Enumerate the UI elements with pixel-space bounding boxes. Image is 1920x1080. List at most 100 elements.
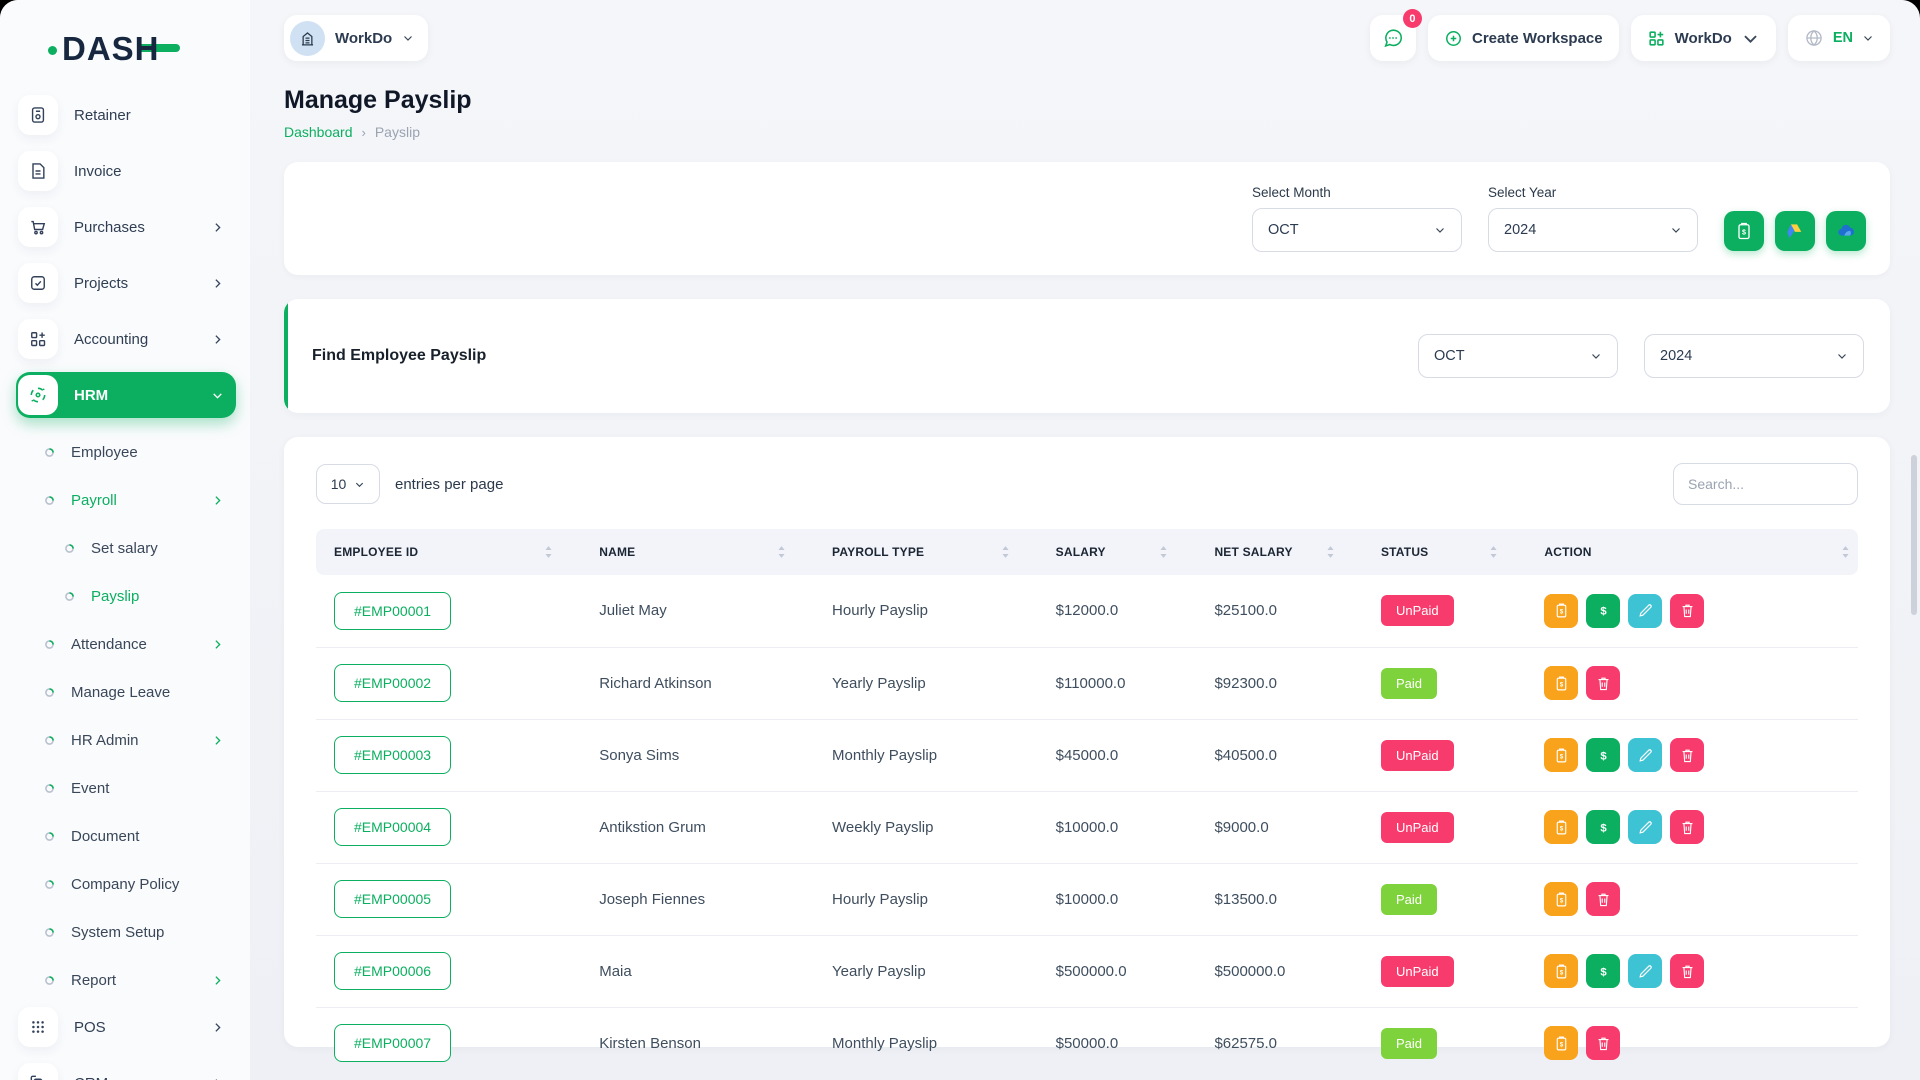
year-select[interactable]: 2024 (1488, 208, 1698, 252)
edit-button[interactable] (1628, 954, 1662, 988)
sort-icon[interactable] (1841, 545, 1850, 559)
sidebar-item-pos[interactable]: POS (16, 1004, 236, 1050)
topbar-actions: 0 Create Workspace WorkDo EN (1370, 15, 1890, 61)
sort-icon[interactable] (777, 545, 786, 559)
sidebar-item-projects[interactable]: Projects (16, 260, 236, 306)
payslip-button[interactable]: $ (1544, 666, 1578, 700)
sidebar-item-attendance[interactable]: Attendance (16, 620, 236, 668)
sort-icon[interactable] (1489, 545, 1498, 559)
sidebar-item-label: Purchases (74, 219, 145, 236)
edit-button[interactable] (1628, 594, 1662, 628)
sidebar-item-payslip[interactable]: Payslip (16, 572, 236, 620)
sidebar-item-crm[interactable]: CRM (16, 1060, 236, 1080)
find-year-select[interactable]: 2024 (1644, 334, 1864, 378)
sidebar-item-event[interactable]: Event (16, 764, 236, 812)
employee-id-cell: #EMP00001 (316, 575, 581, 647)
column-header-payroll-type[interactable]: PAYROLL TYPE (814, 529, 1038, 575)
sidebar-item-hrm[interactable]: HRM (16, 372, 236, 418)
language-selector[interactable]: EN (1788, 15, 1890, 61)
sidebar-item-invoice[interactable]: Invoice (16, 148, 236, 194)
column-header-employee-id[interactable]: EMPLOYEE ID (316, 529, 581, 575)
sidebar-item-report[interactable]: Report (16, 956, 236, 1004)
payslip-button[interactable]: $ (1544, 954, 1578, 988)
sidebar-item-label: CRM (74, 1075, 108, 1080)
column-header-net-salary[interactable]: NET SALARY (1196, 529, 1363, 575)
payslip-button[interactable]: $ (1544, 738, 1578, 772)
employee-id-badge[interactable]: #EMP00001 (334, 592, 451, 630)
delete-button[interactable] (1670, 810, 1704, 844)
sidebar-item-payroll[interactable]: Payroll (16, 476, 236, 524)
workspace-menu-button[interactable]: WorkDo (1631, 15, 1776, 61)
sidebar-item-manage-leave[interactable]: Manage Leave (16, 668, 236, 716)
edit-button[interactable] (1628, 738, 1662, 772)
create-workspace-button[interactable]: Create Workspace (1428, 15, 1619, 61)
workspace-name: WorkDo (335, 30, 392, 47)
sidebar-item-employee[interactable]: Employee (16, 428, 236, 476)
scrollbar[interactable] (1911, 455, 1917, 615)
sort-icon[interactable] (1159, 545, 1168, 559)
sidebar-nav: Retainer Invoice Purchases Projects Accounti… (0, 84, 250, 1080)
delete-button[interactable] (1586, 666, 1620, 700)
employee-id-badge[interactable]: #EMP00002 (334, 664, 451, 702)
delete-button[interactable] (1586, 1026, 1620, 1060)
bullet-icon (44, 495, 55, 506)
messenger-button[interactable]: 0 (1370, 15, 1416, 61)
workspace-switcher[interactable]: WorkDo (284, 15, 428, 61)
delete-button[interactable] (1670, 594, 1704, 628)
sort-icon[interactable] (1001, 545, 1010, 559)
column-label: SALARY (1056, 545, 1106, 559)
sort-icon[interactable] (1326, 545, 1335, 559)
select-month-label: Select Month (1252, 185, 1462, 200)
employee-id-badge[interactable]: #EMP00003 (334, 736, 451, 774)
name-cell: Joseph Fiennes (581, 863, 814, 935)
sidebar-item-document[interactable]: Document (16, 812, 236, 860)
column-header-action[interactable]: ACTION (1526, 529, 1858, 575)
employee-id-badge[interactable]: #EMP00007 (334, 1024, 451, 1062)
chevron-right-icon (211, 277, 224, 290)
employee-id-badge[interactable]: #EMP00006 (334, 952, 451, 990)
sidebar-item-purchases[interactable]: Purchases (16, 204, 236, 250)
find-month-select[interactable]: OCT (1418, 334, 1618, 378)
topbar: WorkDo 0 Create Workspace WorkDo (284, 12, 1890, 64)
sidebar-item-retainer[interactable]: Retainer (16, 92, 236, 138)
bulk-payslip-button[interactable]: $ (1724, 211, 1764, 251)
delete-button[interactable] (1670, 738, 1704, 772)
table-body: #EMP00001Juliet MayHourly Payslip$12000.… (316, 575, 1858, 1079)
payslip-button[interactable]: $ (1544, 882, 1578, 916)
edit-button[interactable] (1628, 810, 1662, 844)
status-cell: Paid (1363, 647, 1526, 719)
onedrive-export-button[interactable] (1826, 211, 1866, 251)
svg-text:$: $ (1600, 822, 1607, 834)
svg-text:$: $ (1560, 826, 1564, 832)
pay-button[interactable]: $ (1586, 810, 1620, 844)
pay-button[interactable]: $ (1586, 594, 1620, 628)
column-header-name[interactable]: NAME (581, 529, 814, 575)
bullet-icon (44, 639, 55, 650)
search-input[interactable] (1673, 463, 1858, 505)
column-header-status[interactable]: STATUS (1363, 529, 1526, 575)
pay-button[interactable]: $ (1586, 954, 1620, 988)
google-drive-export-button[interactable] (1775, 211, 1815, 251)
brand-logo[interactable]: DASH (0, 14, 250, 84)
pay-button[interactable]: $ (1586, 738, 1620, 772)
breadcrumb-dashboard-link[interactable]: Dashboard (284, 124, 353, 140)
salary-cell: $10000.0 (1038, 791, 1197, 863)
sidebar-item-accounting[interactable]: Accounting (16, 316, 236, 362)
sidebar-item-company-policy[interactable]: Company Policy (16, 860, 236, 908)
employee-id-badge[interactable]: #EMP00004 (334, 808, 451, 846)
delete-button[interactable] (1670, 954, 1704, 988)
chevron-down-icon (1434, 224, 1446, 236)
delete-button[interactable] (1586, 882, 1620, 916)
sidebar-item-label: Manage Leave (71, 684, 170, 701)
payslip-button[interactable]: $ (1544, 810, 1578, 844)
employee-id-badge[interactable]: #EMP00005 (334, 880, 451, 918)
column-header-salary[interactable]: SALARY (1038, 529, 1197, 575)
payslip-button[interactable]: $ (1544, 1026, 1578, 1060)
sidebar-item-set-salary[interactable]: Set salary (16, 524, 236, 572)
entries-per-page-select[interactable]: 10 (316, 464, 380, 504)
payslip-button[interactable]: $ (1544, 594, 1578, 628)
sort-icon[interactable] (544, 545, 553, 559)
month-select[interactable]: OCT (1252, 208, 1462, 252)
sidebar-item-hr-admin[interactable]: HR Admin (16, 716, 236, 764)
sidebar-item-system-setup[interactable]: System Setup (16, 908, 236, 956)
